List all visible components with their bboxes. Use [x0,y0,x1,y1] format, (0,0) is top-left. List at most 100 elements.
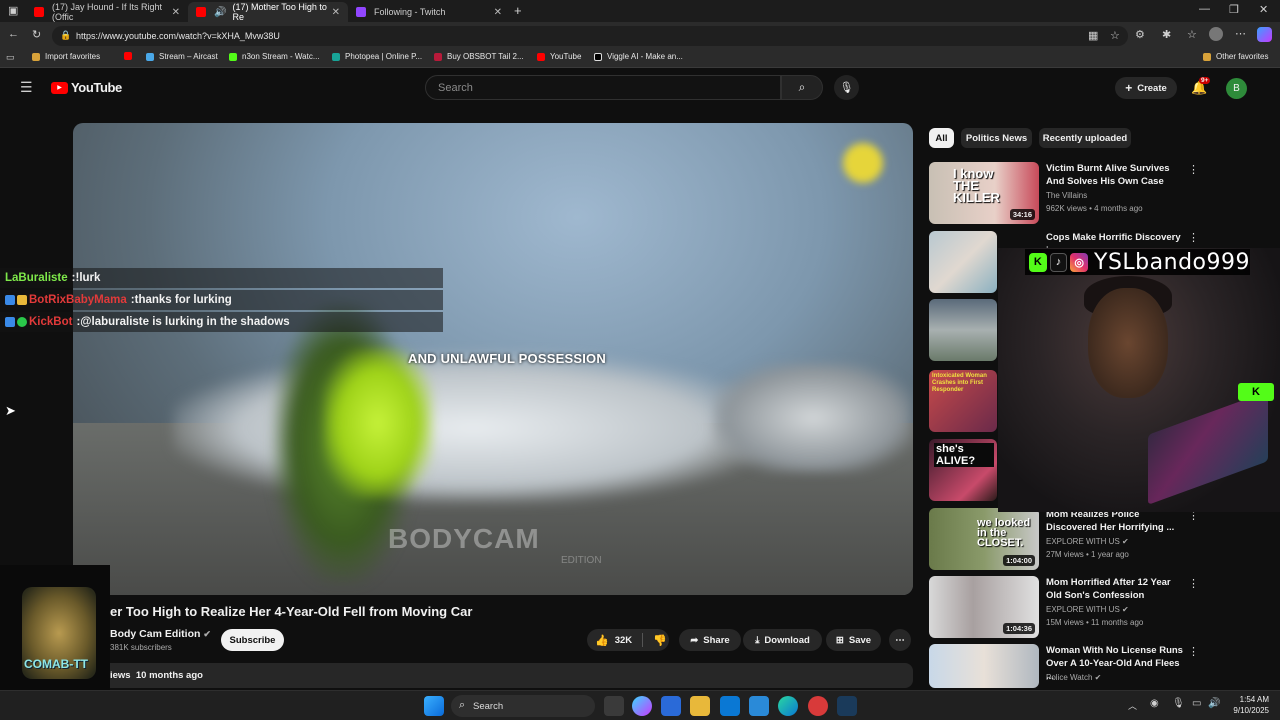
chat-text: @laburaliste is lurking in the shadows [80,316,290,328]
more-options-icon[interactable]: ⋮ [1188,645,1199,658]
url-input[interactable]: 🔒 https://www.youtube.com/watch?v=kXHA_M… [52,26,1128,46]
tray-app-icon[interactable]: ◉ [1150,698,1159,709]
recommendation-thumbnail[interactable]: 1:04:36 [929,576,1039,638]
recommendation-title[interactable]: Victim Burnt Alive Survives And Solves H… [1046,162,1186,188]
profile-avatar-icon[interactable] [1209,27,1223,41]
more-options-icon[interactable]: ⋮ [1188,577,1199,590]
bookmark-stream-aircast[interactable]: Stream – Aircast [146,52,218,61]
recommendation-thumbnail[interactable] [929,644,1039,688]
tab-title: Following - Twitch [374,7,446,17]
video-player[interactable]: AND UNLAWFUL POSSESSION BODYCAM EDITION [73,123,913,595]
maximize-icon[interactable]: ❐ [1229,3,1239,16]
search-input[interactable]: Search [425,75,781,100]
bookmark-youtube[interactable]: YouTube [537,52,581,61]
windows-start-icon[interactable] [424,696,444,716]
favorite-star-icon[interactable]: ☆ [1110,29,1120,42]
close-window-icon[interactable]: ✕ [1259,3,1268,16]
recommendation-channel[interactable]: EXPLORE WITH US ✔ [1046,537,1129,546]
copilot-app-icon[interactable] [632,696,652,716]
tab-twitch-following[interactable]: Following - Twitch ✕ [348,2,510,22]
lock-icon: 🔒 [60,30,72,40]
new-tab-button[interactable]: + [514,3,522,18]
tab-mother-too-high[interactable]: 🔊 (17) Mother Too High to Re ✕ [188,2,348,22]
share-button[interactable]: ➦ Share [679,629,741,651]
bookmark-n3on-stream[interactable]: n3on Stream - Watc... [229,52,320,61]
favorites-icon[interactable]: ☆ [1187,28,1197,41]
back-arrow-icon[interactable]: ← [8,28,19,40]
chip-all[interactable]: All [929,128,954,148]
recommendation-thumbnail[interactable]: she's ALIVE? [929,439,997,501]
refresh-icon[interactable]: ↻ [32,28,41,41]
save-button[interactable]: ⊞ Save [826,629,881,651]
channel-name-row[interactable]: Body Cam Edition ✔ [110,628,211,640]
chip-politics-news[interactable]: Politics News [961,128,1032,148]
divider [642,633,644,647]
network-icon[interactable]: ▭ [1192,698,1201,709]
recommendation-thumbnail[interactable] [929,231,997,293]
copilot-icon[interactable] [1257,27,1272,42]
thumbnail-text: I know THE KILLER [953,166,1000,205]
minimize-icon[interactable]: — [1199,3,1210,15]
task-view-icon[interactable] [604,696,624,716]
subscribe-button[interactable]: Subscribe [221,629,284,651]
plus-icon: + [1125,81,1133,95]
extension-puzzle-icon[interactable]: ✱ [1162,28,1171,41]
speaker-icon[interactable]: 🔊 [214,7,226,18]
recommendation-thumbnail[interactable]: we looked in the CLOSET. 1:04:00 [929,508,1039,570]
chip-recently-uploaded[interactable]: Recently uploaded [1039,128,1131,148]
close-tab-icon[interactable]: ✕ [172,7,180,18]
bookmark-youtube-icon-only[interactable] [124,52,137,60]
video-scene-car-2 [713,363,913,473]
microphone-tray-icon[interactable]: 🎙 [1172,698,1185,709]
tab-actions-icon[interactable]: ▣ [8,4,18,17]
close-tab-icon[interactable]: ✕ [494,7,502,18]
recommendation-channel[interactable]: EXPLORE WITH US ✔ [1046,605,1129,614]
more-menu-icon[interactable]: ⋯ [1235,27,1246,40]
recommendation-title[interactable]: Mom Horrified After 12 Year Old Son's Co… [1046,576,1186,602]
bookmark-photopea[interactable]: Photopea | Online P... [332,52,422,61]
tray-chevron-icon[interactable]: ︿ [1128,699,1137,712]
recommendation-thumbnail[interactable]: Intoxicated Woman Crashes into First Res… [929,370,997,432]
taskbar-search[interactable]: ⌕ Search [451,695,595,717]
bookmark-obsbot[interactable]: Buy OBSBOT Tail 2... [434,52,524,61]
verified-check-icon: ✔ [1094,673,1102,682]
microphone-icon: 🎙 [839,82,854,94]
more-actions-button[interactable]: ⋯ [889,629,911,651]
download-button[interactable]: ⤓ Download [743,629,822,651]
recommendation-thumbnail[interactable]: I know THE KILLER 34:16 [929,162,1039,224]
account-avatar[interactable]: B [1226,78,1247,99]
more-options-icon[interactable]: ⋮ [1188,163,1199,176]
bookmark-viggle-ai[interactable]: Viggle AI - Make an... [594,52,683,61]
edge-icon[interactable] [778,696,798,716]
thumbs-up-icon[interactable]: 👍 [595,634,609,647]
youtube-logo[interactable]: ▶ YouTube [51,80,122,95]
system-clock[interactable]: 1:54 AM 9/10/2025 [1225,694,1269,716]
file-explorer-icon[interactable] [690,696,710,716]
bookmarks-toggle-icon[interactable]: ▭ [6,52,15,63]
recommendation-thumbnail[interactable] [929,299,997,361]
close-tab-icon[interactable]: ✕ [332,7,340,18]
bookmark-import-favorites[interactable]: Import favorites [32,52,100,61]
hamburger-menu-icon[interactable]: ☰ [20,79,33,96]
search-button[interactable]: ⌕ [781,75,823,100]
outlook-icon[interactable] [720,696,740,716]
read-mode-icon[interactable]: ▦ [1088,29,1098,42]
thumbs-down-icon[interactable]: 👎 [653,634,667,647]
photos-icon[interactable] [749,696,769,716]
download-icon: ⤓ [755,634,760,646]
obs-icon[interactable] [808,696,828,716]
video-title: er Too High to Realize Her 4-Year-Old Fe… [110,604,473,619]
tab-jay-hound[interactable]: (17) Jay Hound - If Its Right (Offic ✕ [26,2,188,22]
more-options-icon[interactable]: ⋮ [1188,231,1199,244]
bookmark-other-favorites[interactable]: Other favorites [1203,52,1268,61]
recommendation-channel[interactable]: The Villains [1046,191,1087,200]
voice-search-button[interactable]: 🎙 [834,75,859,100]
steam-icon[interactable] [837,696,857,716]
extensions-icon[interactable]: ⚙ [1135,28,1145,41]
create-button[interactable]: + Create [1115,77,1177,99]
search-icon: ⌕ [798,80,806,94]
volume-icon[interactable]: 🔊 [1208,698,1220,709]
recommendation-channel[interactable]: Police Watch ✔ [1046,673,1101,682]
store-icon[interactable] [661,696,681,716]
like-count[interactable]: 32K [615,635,632,646]
